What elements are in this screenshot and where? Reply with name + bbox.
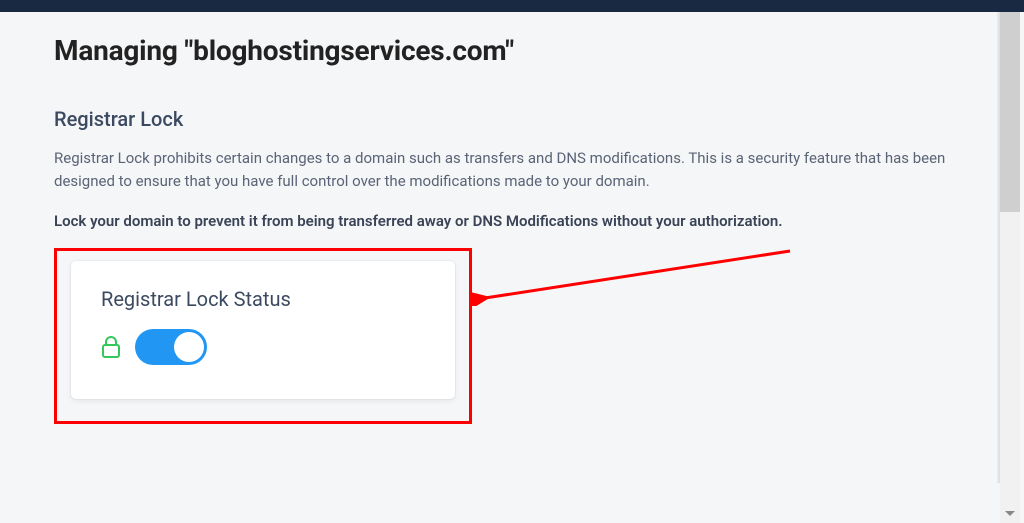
toggle-row <box>101 329 425 365</box>
annotation-arrow <box>470 246 800 306</box>
toggle-knob <box>174 332 204 362</box>
scrollbar-thumb[interactable] <box>1000 12 1020 212</box>
page-container: Managing "bloghostingservices.com" Regis… <box>0 12 1024 424</box>
scrollbar-down-arrow-icon[interactable] <box>1000 503 1020 523</box>
card-title: Registrar Lock Status <box>101 287 425 311</box>
registrar-lock-card: Registrar Lock Status <box>71 261 455 399</box>
section-description: Registrar Lock prohibits certain changes… <box>54 147 954 194</box>
top-nav-bar <box>0 0 1024 12</box>
page-title: Managing "bloghostingservices.com" <box>54 34 970 67</box>
section-bold-note: Lock your domain to prevent it from bein… <box>54 212 954 230</box>
section-heading: Registrar Lock <box>54 107 970 131</box>
lock-icon <box>101 335 121 359</box>
registrar-lock-toggle[interactable] <box>135 329 207 365</box>
annotation-highlight-box: Registrar Lock Status <box>54 248 472 424</box>
